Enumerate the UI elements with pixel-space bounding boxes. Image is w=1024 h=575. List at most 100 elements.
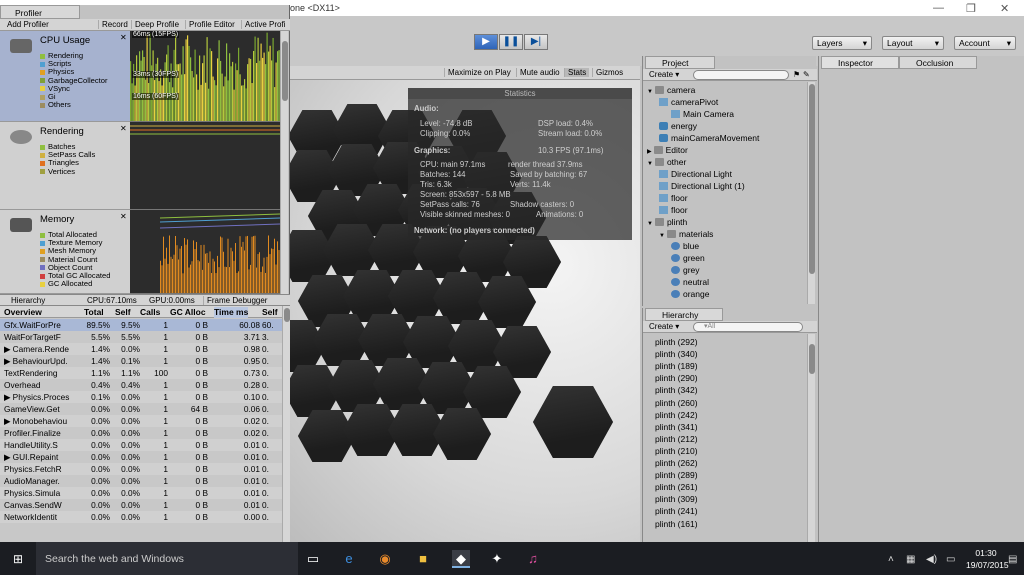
cpu-usage-graph[interactable]: 66ms (15FPS) 33ms (30FPS) 16ms (60FPS) (130, 31, 280, 122)
hierarchy-view-dropdown[interactable]: Hierarchy (8, 296, 48, 305)
project-tree-item[interactable]: green (671, 253, 705, 263)
edge-icon[interactable]: e (340, 550, 358, 568)
close-icon[interactable]: ✕ (120, 33, 127, 42)
table-row[interactable]: ▶ BehaviourUpd. 1.4% 0.1% 1 0 B 0.95 0. (0, 355, 282, 367)
input-icon[interactable]: ▭ (946, 554, 955, 565)
project-tree-item[interactable]: cameraPivot (659, 97, 718, 107)
hierarchy-item[interactable]: plinth (189) (655, 361, 698, 371)
table-row[interactable]: GameView.Get 0.0% 0.0% 1 64 B 0.06 0. (0, 403, 282, 415)
hierarchy-tab[interactable]: Hierarchy (645, 308, 723, 321)
network-icon[interactable]: ▦ (906, 554, 915, 565)
table-row[interactable]: HandleUtility.S 0.0% 0.0% 1 0 B 0.01 0. (0, 439, 282, 451)
table-row[interactable]: NetworkIdentit 0.0% 0.0% 1 0 B 0.00 0. (0, 511, 282, 523)
project-tree-item[interactable]: ▼ camera (647, 85, 695, 95)
cpu-usage-area[interactable]: CPU Usage ✕ Rendering Scripts Physics Garba… (0, 31, 130, 122)
stats-toggle[interactable]: Stats (564, 68, 590, 77)
hierarchy-item[interactable]: plinth (241) (655, 506, 698, 516)
blender-icon[interactable]: ◉ (376, 550, 394, 568)
game-icon[interactable]: ✦ (488, 550, 506, 568)
expand-arrow-icon[interactable]: ▼ (647, 89, 653, 95)
expand-arrow-icon[interactable]: ▼ (647, 221, 653, 227)
project-tree-item[interactable]: Directional Light (1) (659, 181, 745, 191)
column-gc-alloc[interactable]: GC Alloc (170, 307, 206, 318)
memory-area[interactable]: Memory ✕ Total Allocated Texture Memory Me… (0, 210, 130, 294)
collapse-arrow-icon[interactable]: ▶ (647, 149, 652, 155)
project-tree-item[interactable]: ▼ other (647, 157, 686, 167)
project-tree-item[interactable]: blue (671, 241, 699, 251)
table-row[interactable]: ▶ Monobehaviou 0.0% 0.0% 1 0 B 0.02 0. (0, 415, 282, 427)
filter-by-type-icon[interactable]: ⚑ (793, 70, 800, 79)
project-tree-item[interactable]: grey (671, 265, 700, 275)
gizmos-dropdown[interactable]: Gizmos (592, 68, 626, 77)
taskbar-clock[interactable]: 01:30 19/07/2015 (966, 547, 1009, 571)
taskbar-search-box[interactable]: Search the web and Windows (36, 542, 298, 575)
hierarchy-item[interactable]: plinth (161) (655, 519, 698, 529)
hierarchy-create-dropdown[interactable]: Create ▾ (649, 322, 679, 331)
hierarchy-item[interactable]: plinth (212) (655, 434, 698, 444)
column-calls[interactable]: Calls (140, 307, 160, 318)
hierarchy-item[interactable]: plinth (261) (655, 482, 698, 492)
project-tab[interactable]: Project (645, 56, 715, 69)
column-total[interactable]: Total (84, 307, 104, 318)
hierarchy-item[interactable]: plinth (262) (655, 458, 698, 468)
hierarchy-scrollbar[interactable] (807, 334, 815, 542)
project-tree-item[interactable]: mainCameraMovement (659, 133, 759, 143)
table-row[interactable]: Canvas.SendW 0.0% 0.0% 1 0 B 0.01 0. (0, 499, 282, 511)
layout-dropdown[interactable]: Layout ▾ (882, 36, 944, 50)
hierarchy-item[interactable]: plinth (289) (655, 470, 698, 480)
inspector-tab[interactable]: Inspector (821, 56, 899, 69)
pause-button[interactable]: ❚❚ (499, 34, 523, 50)
hierarchy-item[interactable]: plinth (242) (655, 410, 698, 420)
layers-dropdown[interactable]: Layers ▾ (812, 36, 872, 50)
project-tree-item[interactable]: ▼ plinth (647, 217, 687, 227)
scroll-thumb[interactable] (282, 41, 288, 101)
table-row[interactable]: Overhead 0.4% 0.4% 1 0 B 0.28 0. (0, 379, 282, 391)
deep-profile-toggle[interactable]: Deep Profile (131, 20, 182, 29)
table-row[interactable]: Profiler.Finalize 0.0% 0.0% 1 0 B 0.02 0. (0, 427, 282, 439)
column-time-ms[interactable]: Time ms (214, 307, 249, 318)
tray-up-icon[interactable]: ˄ (888, 554, 894, 565)
table-row[interactable]: ▶ GUI.Repaint 0.0% 0.0% 1 0 B 0.01 0. (0, 451, 282, 463)
column-overview[interactable]: Overview (4, 307, 42, 318)
windows-start-icon[interactable]: ⊞ (9, 550, 27, 568)
project-search-input[interactable] (693, 70, 789, 80)
table-row[interactable]: ▶ Physics.Proces 0.1% 0.0% 1 0 B 0.10 0. (0, 391, 282, 403)
legend-item[interactable]: Vertices (40, 167, 75, 176)
project-tree-item[interactable]: neutral (671, 277, 709, 287)
project-tree-item[interactable]: ▼ materials (659, 229, 713, 239)
scroll-thumb[interactable] (809, 344, 815, 374)
notifications-icon[interactable]: ▤ (1008, 554, 1017, 565)
hierarchy-item[interactable]: plinth (340) (655, 349, 698, 359)
mute-audio-toggle[interactable]: Mute audio (516, 68, 563, 77)
hierarchy-item[interactable]: plinth (309) (655, 494, 698, 504)
project-tree-item[interactable]: ▶ Editor (647, 145, 688, 155)
maximize-icon[interactable]: ❐ (966, 2, 976, 15)
scroll-thumb[interactable] (809, 84, 815, 274)
volume-icon[interactable]: ◀) (926, 554, 937, 565)
project-tree-item[interactable]: floor (659, 193, 688, 203)
maximize-on-play-toggle[interactable]: Maximize on Play (444, 68, 514, 77)
close-icon[interactable]: ✕ (120, 212, 127, 221)
active-profiler-dropdown[interactable]: Active Profi (241, 20, 288, 29)
record-toggle[interactable]: Record (98, 20, 131, 29)
file-explorer-icon[interactable]: ■ (414, 550, 432, 568)
close-icon[interactable]: ✕ (1000, 2, 1009, 15)
table-row[interactable]: Physics.FetchR 0.0% 0.0% 1 0 B 0.01 0. (0, 463, 282, 475)
occlusion-tab[interactable]: Occlusion (899, 56, 977, 69)
column-self-ms[interactable]: Self m (262, 307, 282, 327)
table-row[interactable]: WaitForTargetF 5.5% 5.5% 1 0 B 3.71 3. (0, 331, 282, 343)
rendering-area[interactable]: Rendering ✕ Batches SetPass Calls Triangle… (0, 122, 130, 210)
project-tree-item[interactable]: Main Camera (671, 109, 734, 119)
rendering-graph[interactable] (130, 122, 280, 210)
table-row[interactable]: Gfx.WaitForPre 89.5% 9.5% 1 0 B 60.08 60. (0, 319, 282, 331)
memory-graph[interactable] (130, 210, 280, 294)
project-tree-item[interactable]: energy (659, 121, 697, 131)
hierarchy-item[interactable]: plinth (292) (655, 337, 698, 347)
filter-by-label-icon[interactable]: ✎ (803, 70, 810, 79)
unity-icon[interactable]: ◆ (452, 550, 470, 568)
table-scrollbar[interactable] (282, 306, 290, 542)
column-self[interactable]: Self (115, 307, 131, 318)
project-tree-item[interactable]: Directional Light (659, 169, 732, 179)
frame-debugger-button[interactable]: Frame Debugger (203, 296, 270, 305)
task-view-icon[interactable]: ▭ (304, 550, 322, 568)
